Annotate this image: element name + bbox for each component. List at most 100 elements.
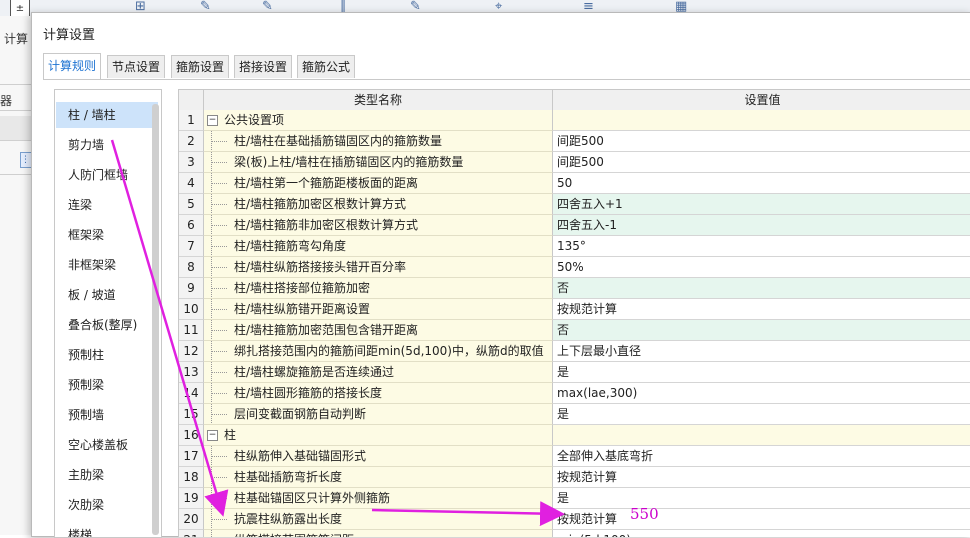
row-value[interactable]: 按规范计算 [553,467,970,488]
collapse-icon[interactable]: − [207,430,218,441]
row-value [553,110,970,131]
row-value[interactable]: 否 [553,320,970,341]
setting-label: 柱/墙柱在基础插筋锚固区内的箍筋数量 [234,134,443,148]
table-row[interactable]: 1− 公共设置项 [179,110,970,131]
sidebar-item[interactable]: 人防门框墙 [56,162,158,188]
row-type-name: 柱/墙柱箍筋加密区根数计算方式 [204,194,553,215]
table-row[interactable]: 6 柱/墙柱箍筋非加密区根数计算方式 四舍五入-1 [179,215,970,236]
row-type-name: 纵筋搭接范围箍筋间距 [204,530,553,537]
tab-node-settings[interactable]: 节点设置 [107,55,166,78]
row-value[interactable]: 四舍五入-1 [553,215,970,236]
table-row[interactable]: 18 柱基础插筋弯折长度 按规范计算 [179,467,970,488]
row-value[interactable]: 上下层最小直径 [553,341,970,362]
tree-line [211,393,227,394]
sidebar-item[interactable]: 连梁 [56,192,158,218]
sidebar-item[interactable]: 框架梁 [56,222,158,248]
sidebar-item[interactable]: 柱 / 墙柱 [56,102,158,128]
row-type-name: 柱/墙柱圆形箍筋的搭接长度 [204,383,553,404]
table-row[interactable]: 10 柱/墙柱纵筋错开距离设置 按规范计算 [179,299,970,320]
table-row[interactable]: 14 柱/墙柱圆形箍筋的搭接长度 max(lae,300) [179,383,970,404]
table-row[interactable]: 11 柱/墙柱箍筋加密范围包含错开距离 否 [179,320,970,341]
tab-calc-rules[interactable]: 计算规则 [43,53,102,79]
table-row[interactable]: 19 柱基础锚固区只计算外侧箍筋 是 [179,488,970,509]
table-row[interactable]: 13 柱/墙柱螺旋箍筋是否连续通过 是 [179,362,970,383]
sidebar-item[interactable]: 空心楼盖板 [56,432,158,458]
sidebar-item[interactable]: 叠合板(整厚) [56,312,158,338]
tree-line [211,309,227,310]
row-number: 13 [179,362,204,383]
tree-line [211,183,227,184]
row-value[interactable]: 按规范计算 [553,509,970,530]
sidebar-item[interactable]: 预制梁 [56,372,158,398]
tab-stirrup-formula[interactable]: 箍筋公式 [297,55,356,78]
row-number: 4 [179,173,204,194]
divider [0,110,32,111]
dialog-title: 计算设置 [43,28,96,43]
collapse-icon[interactable]: − [207,115,218,126]
annotation-text: 550 [630,505,659,523]
row-type-name: 柱/墙柱纵筋错开距离设置 [204,299,553,320]
table-header: 类型名称 设置值 [179,90,970,111]
table-row[interactable]: 7 柱/墙柱箍筋弯勾角度 135° [179,236,970,257]
table-row[interactable]: 12 绑扎搭接范围内的箍筋间距min(5d,100)中，纵筋d的取值 上下层最小直径 [179,341,970,362]
row-value[interactable]: 135° [553,236,970,257]
row-value[interactable]: 否 [553,278,970,299]
row-value[interactable]: 是 [553,404,970,425]
setting-label: 柱纵筋伸入基础锚固形式 [234,449,367,463]
row-type-name: 柱纵筋伸入基础锚固形式 [204,446,553,467]
divider [0,84,32,85]
tree-line [211,351,227,352]
sidebar-item[interactable]: 主肋梁 [56,462,158,488]
scrollbar[interactable] [152,104,159,535]
table-row[interactable]: 5 柱/墙柱箍筋加密区根数计算方式 四舍五入+1 [179,194,970,215]
sidebar-item[interactable]: 剪力墙 [56,132,158,158]
row-value[interactable]: 50% [553,257,970,278]
tab-lap-settings[interactable]: 搭接设置 [234,55,293,78]
table-row[interactable]: 15 层间变截面钢筋自动判断 是 [179,404,970,425]
table-row[interactable]: 16− 柱 [179,425,970,446]
row-value[interactable]: max(lae,300) [553,383,970,404]
row-value[interactable]: 50 [553,173,970,194]
table-row[interactable]: 3 梁(板)上柱/墙柱在插筋锚固区内的箍筋数量 间距500 [179,152,970,173]
row-value[interactable]: 是 [553,488,970,509]
divider [0,174,32,175]
row-value[interactable]: min(5d,100) [553,530,970,537]
row-value[interactable]: 全部伸入基底弯折 [553,446,970,467]
sidebar-item[interactable]: 预制柱 [56,342,158,368]
row-number: 21 [179,530,204,537]
tab-stirrup-settings[interactable]: 箍筋设置 [171,55,230,78]
header-value[interactable]: 设置值 [553,90,970,110]
setting-label: 柱/墙柱圆形箍筋的搭接长度 [234,386,383,400]
table-row[interactable]: 20 抗震柱纵筋露出长度 按规范计算 [179,509,970,530]
header-type-name[interactable]: 类型名称 [204,90,553,110]
row-value[interactable]: 是 [553,362,970,383]
group-label: 柱 [224,428,237,442]
row-type-name: 柱/墙柱在基础插筋锚固区内的箍筋数量 [204,131,553,152]
sidebar-item[interactable]: 非框架梁 [56,252,158,278]
row-type-name: − 公共设置项 [204,110,553,131]
table-row[interactable]: 8 柱/墙柱纵筋搭接接头错开百分率 50% [179,257,970,278]
row-type-name: 柱/墙柱箍筋加密范围包含错开距离 [204,320,553,341]
row-value[interactable]: 按规范计算 [553,299,970,320]
settings-table: 类型名称 设置值 1− 公共设置项 2 柱/墙柱在基础插筋锚固区内的箍筋数量 间距500… [178,89,970,537]
row-number: 17 [179,446,204,467]
setting-label: 柱基础插筋弯折长度 [234,470,343,484]
row-value[interactable]: 间距500 [553,152,970,173]
table-row[interactable]: 9 柱/墙柱搭接部位箍筋加密 否 [179,278,970,299]
sidebar-item[interactable]: 楼梯 [56,522,158,537]
table-row[interactable]: 4 柱/墙柱第一个箍筋距楼板面的距离 50 [179,173,970,194]
table-row[interactable]: 2 柱/墙柱在基础插筋锚固区内的箍筋数量 间距500 [179,131,970,152]
row-number: 14 [179,383,204,404]
row-number: 10 [179,299,204,320]
row-value[interactable]: 间距500 [553,131,970,152]
row-number: 16 [179,425,204,446]
table-row[interactable]: 17 柱纵筋伸入基础锚固形式 全部伸入基底弯折 [179,446,970,467]
sidebar-item[interactable]: 预制墙 [56,402,158,428]
setting-label: 柱/墙柱搭接部位箍筋加密 [234,281,371,295]
sidebar-item[interactable]: 次肋梁 [56,492,158,518]
sidebar-item[interactable]: 板 / 坡道 [56,282,158,308]
row-value[interactable]: 四舍五入+1 [553,194,970,215]
table-row[interactable]: 21 纵筋搭接范围箍筋间距 min(5d,100) [179,530,970,537]
tree-line [211,267,227,268]
tree-line [211,204,227,205]
